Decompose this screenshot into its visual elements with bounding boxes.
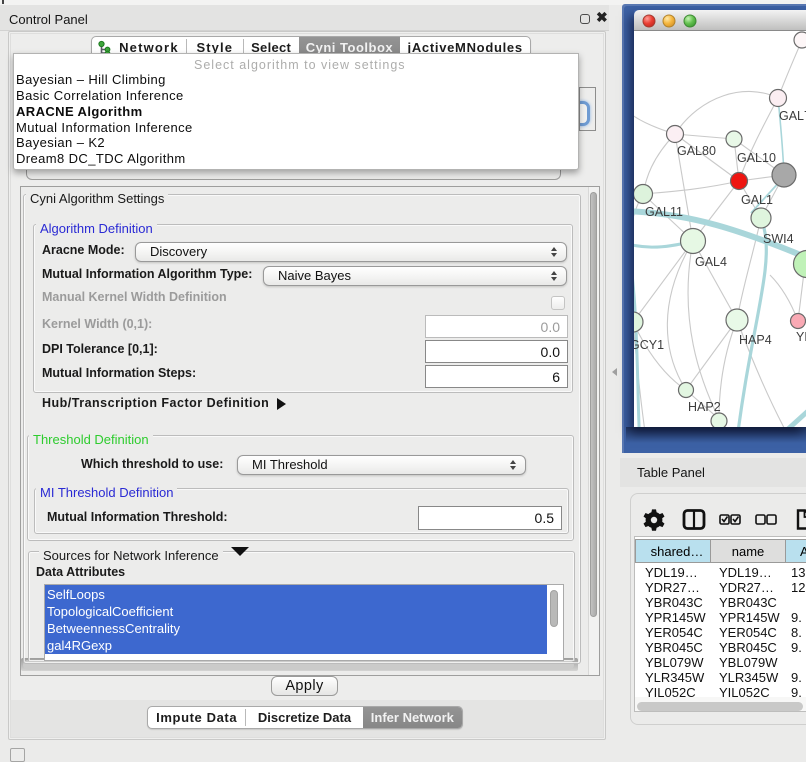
svg-text:GAL7: GAL7 (779, 109, 806, 123)
svg-text:SWI4: SWI4 (763, 232, 794, 246)
svg-text:GAL80: GAL80 (677, 144, 716, 158)
svg-text:GAL1: GAL1 (741, 193, 773, 207)
svg-text:GAL11: GAL11 (645, 205, 683, 219)
svg-text:GCY1: GCY1 (634, 338, 664, 352)
svg-text:YD: YD (796, 330, 806, 344)
svg-text:HAP4: HAP4 (739, 333, 772, 347)
svg-text:HAP2: HAP2 (688, 400, 721, 414)
svg-text:GAL4: GAL4 (695, 255, 727, 269)
svg-text:GAL10: GAL10 (737, 151, 776, 165)
